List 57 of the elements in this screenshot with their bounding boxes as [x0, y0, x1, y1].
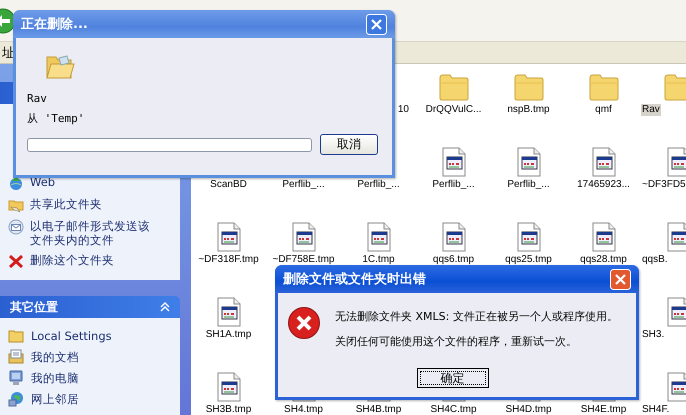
file-name[interactable]: SH4D.tmp — [504, 404, 553, 415]
file-name[interactable]: ~DF758E.tmp — [272, 254, 336, 266]
file-name[interactable]: ~DF318F.tmp — [197, 254, 260, 266]
delete-icon[interactable] — [8, 253, 24, 269]
task-link[interactable]: 删除这个文件夹 — [30, 253, 152, 267]
file-name[interactable]: SH4.tmp — [283, 404, 324, 415]
file-name[interactable]: ~DF3FD5 — [641, 179, 686, 191]
ok-button[interactable]: 确定 — [416, 368, 488, 388]
file-name[interactable]: qqs6.tmp — [432, 254, 476, 266]
place-link[interactable]: Local Settings — [31, 329, 153, 343]
file-name[interactable]: Perflib_... — [506, 179, 551, 191]
folder-name[interactable]: Rav — [641, 104, 661, 116]
source-folder-text: 从 'Temp' — [27, 112, 86, 125]
file-name[interactable]: 1C.tmp — [361, 254, 396, 266]
file-name[interactable]: Perflib_... — [356, 179, 401, 191]
item-name: Rav — [27, 92, 48, 105]
file-name[interactable]: Perflib_... — [281, 179, 326, 191]
folder-name[interactable]: nspB.tmp — [506, 104, 551, 116]
task-link[interactable]: Web — [30, 175, 152, 189]
error-message: 关闭任何可能使用这个文件的程序，重新试一次。 — [335, 335, 578, 349]
panel-header[interactable]: 其它位置 — [0, 296, 180, 318]
file-name[interactable]: SH3B.tmp — [204, 404, 252, 415]
task-link[interactable]: 共享此文件夹 — [30, 197, 152, 211]
file-name[interactable]: SH4B.tmp — [354, 404, 402, 415]
panel-title: 其它位置 — [10, 298, 58, 316]
place-link[interactable]: 我的文档 — [31, 350, 153, 364]
network-icon[interactable] — [8, 391, 24, 407]
envelope-icon[interactable] — [8, 219, 24, 235]
file-name[interactable]: SH3. — [641, 329, 666, 341]
file-name[interactable]: SH4C.tmp — [429, 404, 478, 415]
task-link[interactable]: 以电子邮件形式发送该文件夹内的文件 — [30, 219, 152, 247]
dialog-title: 删除文件或文件夹时出错 — [283, 270, 426, 288]
file-name[interactable]: qqs28.tmp — [579, 254, 628, 266]
file-name[interactable]: Perflib_... — [431, 179, 476, 191]
close-icon[interactable] — [610, 268, 631, 290]
cancel-button[interactable]: 取消 — [320, 134, 378, 155]
file-name[interactable]: SH4F. — [641, 404, 670, 415]
computer-icon[interactable] — [8, 370, 24, 386]
folder-name[interactable]: qmf — [594, 104, 613, 116]
file-name[interactable]: ScanBD — [209, 179, 248, 191]
place-link[interactable]: 我的电脑 — [31, 371, 153, 385]
file-name[interactable]: SH1A.tmp — [204, 329, 252, 341]
folder-icon[interactable] — [8, 328, 24, 344]
file-name[interactable]: 10 — [396, 104, 410, 116]
error-icon — [287, 306, 321, 340]
file-name[interactable]: qqs25.tmp — [504, 254, 553, 266]
folder-name[interactable]: DrQQVulC... — [424, 104, 482, 116]
close-icon[interactable] — [366, 14, 387, 34]
dialog-title: 正在删除... — [21, 16, 88, 33]
file-name[interactable]: SH4E.tmp — [580, 404, 628, 415]
collapse-chevron-icon[interactable] — [160, 302, 170, 312]
error-message: 无法删除文件夹 XMLS: 文件正在被另一个人或程序使用。 — [335, 310, 618, 324]
file-name[interactable]: qqsB. — [641, 254, 669, 266]
address-label: 址 — [1, 44, 15, 62]
file-name[interactable]: 17465923... — [576, 179, 631, 191]
place-link[interactable]: 网上邻居 — [31, 392, 153, 406]
documents-icon[interactable] — [8, 349, 24, 365]
